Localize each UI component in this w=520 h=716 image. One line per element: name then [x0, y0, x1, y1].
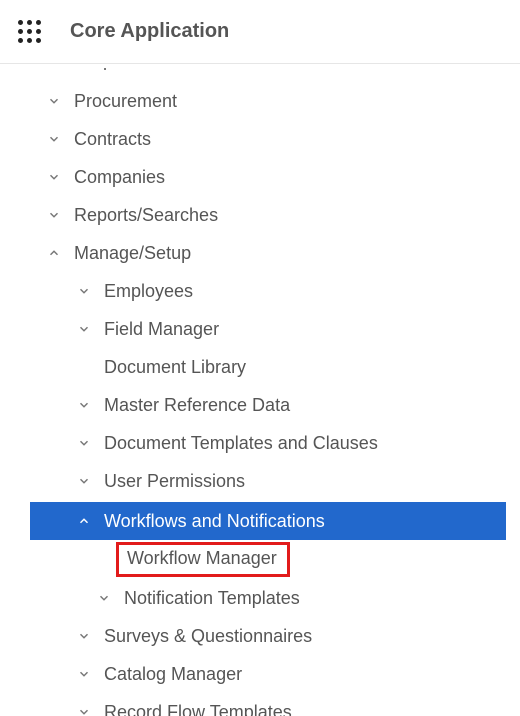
nav-item-contracts[interactable]: Contracts [0, 120, 520, 158]
chevron-down-icon [44, 208, 64, 222]
chevron-down-icon [44, 170, 64, 184]
chevron-down-icon [44, 132, 64, 146]
nav-item-reports[interactable]: Reports/Searches [0, 196, 520, 234]
nav-label: Workflows and Notifications [104, 511, 325, 532]
app-title: Core Application [70, 20, 229, 43]
nav-label: Reports/Searches [74, 205, 218, 226]
nav-label: Master Reference Data [104, 395, 290, 416]
nav-label: Manage/Setup [74, 243, 191, 264]
nav-label: Notification Templates [124, 588, 300, 609]
chevron-down-icon [74, 436, 94, 450]
nav-label: Contracts [74, 129, 151, 150]
nav-label: Document Library [104, 357, 246, 378]
nav-label: Workflow Manager [127, 548, 277, 568]
nav-item-catalog-manager[interactable]: Catalog Manager [0, 655, 520, 693]
nav-item-document-templates[interactable]: Document Templates and Clauses [0, 424, 520, 462]
chevron-down-icon [74, 667, 94, 681]
nav-label: Catalog Manager [104, 664, 242, 685]
nav-item-notification-templates[interactable]: Notification Templates [0, 579, 520, 617]
nav-item-requests[interactable]: Requests [0, 68, 520, 82]
nav-item-employees[interactable]: Employees [0, 272, 520, 310]
nav-item-procurement[interactable]: Procurement [0, 82, 520, 120]
nav-item-field-manager[interactable]: Field Manager [0, 310, 520, 348]
side-navigation: Requests Procurement Contracts Companies… [0, 64, 520, 716]
nav-item-workflows[interactable]: Workflows and Notifications [30, 502, 506, 540]
chevron-down-icon [94, 591, 114, 605]
chevron-down-icon [44, 94, 64, 108]
app-header: Core Application [0, 0, 520, 64]
nav-item-master-reference[interactable]: Master Reference Data [0, 386, 520, 424]
chevron-down-icon [74, 705, 94, 716]
nav-label: Field Manager [104, 319, 219, 340]
nav-label: Requests [74, 68, 150, 71]
nav-label: User Permissions [104, 471, 245, 492]
chevron-down-icon [74, 284, 94, 298]
nav-item-companies[interactable]: Companies [0, 158, 520, 196]
nav-label: Procurement [74, 91, 177, 112]
chevron-down-icon [74, 474, 94, 488]
chevron-up-icon [74, 514, 94, 528]
chevron-up-icon [44, 246, 64, 260]
nav-label: Companies [74, 167, 165, 188]
nav-item-user-permissions[interactable]: User Permissions [0, 462, 520, 500]
nav-label: Employees [104, 281, 193, 302]
chevron-down-icon [74, 398, 94, 412]
nav-label: Document Templates and Clauses [104, 433, 378, 454]
chevron-down-icon [74, 629, 94, 643]
nav-label: Record Flow Templates [104, 702, 292, 716]
nav-label: Surveys & Questionnaires [104, 626, 312, 647]
nav-item-manage[interactable]: Manage/Setup [0, 234, 520, 272]
nav-item-workflow-manager-highlight[interactable]: Workflow Manager [116, 542, 290, 577]
apps-grid-icon[interactable] [18, 20, 42, 44]
nav-item-record-flow[interactable]: Record Flow Templates [0, 693, 520, 716]
chevron-down-icon [74, 322, 94, 336]
nav-item-document-library[interactable]: Document Library [0, 348, 520, 386]
nav-item-surveys[interactable]: Surveys & Questionnaires [0, 617, 520, 655]
